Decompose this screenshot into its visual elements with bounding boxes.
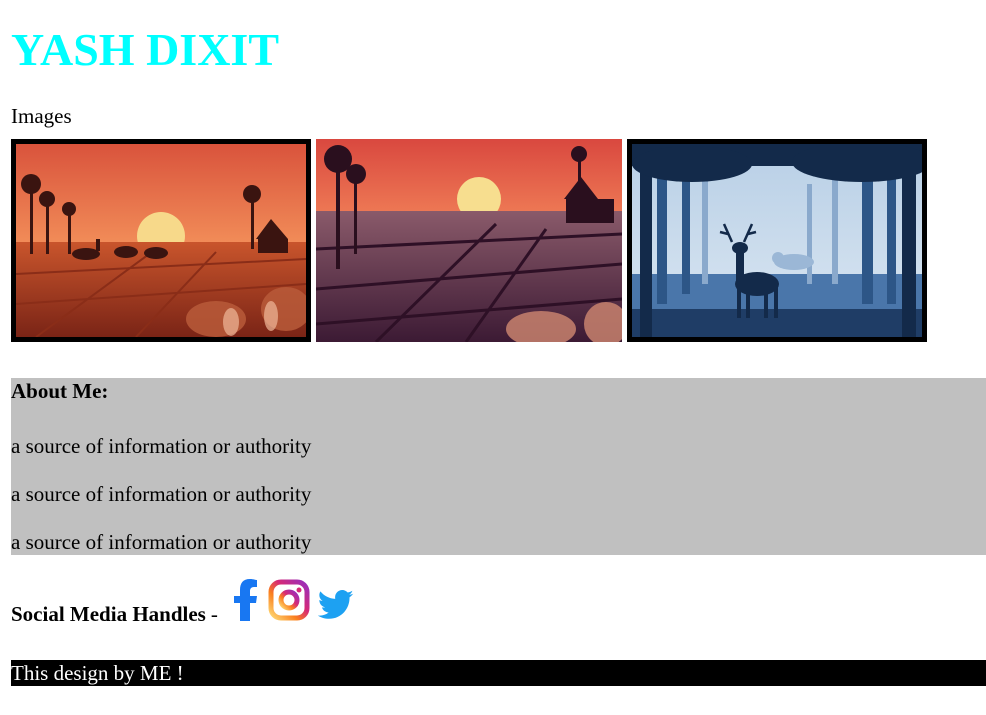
images-label: Images [11, 104, 72, 128]
social-media-section: Social Media Handles - [11, 579, 986, 627]
footer: This design by ME ! [11, 660, 986, 686]
facebook-link[interactable] [232, 579, 260, 627]
about-section: About Me: a source of information or aut… [11, 378, 986, 555]
image-gallery [11, 139, 986, 342]
sunset-fields-image [316, 139, 622, 342]
facebook-icon [233, 579, 257, 621]
deer-forest-image [627, 139, 927, 342]
about-line: a source of information or authority [11, 434, 312, 458]
instagram-icon [268, 579, 310, 621]
page-title: YASH DIXIT [11, 24, 280, 75]
about-line: a source of information or authority [11, 530, 312, 554]
social-label: Social Media Handles [11, 602, 206, 626]
about-heading: About Me: [11, 379, 109, 403]
about-line: a source of information or authority [11, 482, 312, 506]
page: YASH DIXIT Images About Me: a source of … [0, 0, 986, 686]
sunset-farm-image [11, 139, 311, 342]
social-dash: - [210, 602, 218, 626]
twitter-link[interactable] [317, 589, 354, 627]
instagram-link[interactable] [268, 579, 310, 627]
twitter-icon [317, 590, 354, 619]
